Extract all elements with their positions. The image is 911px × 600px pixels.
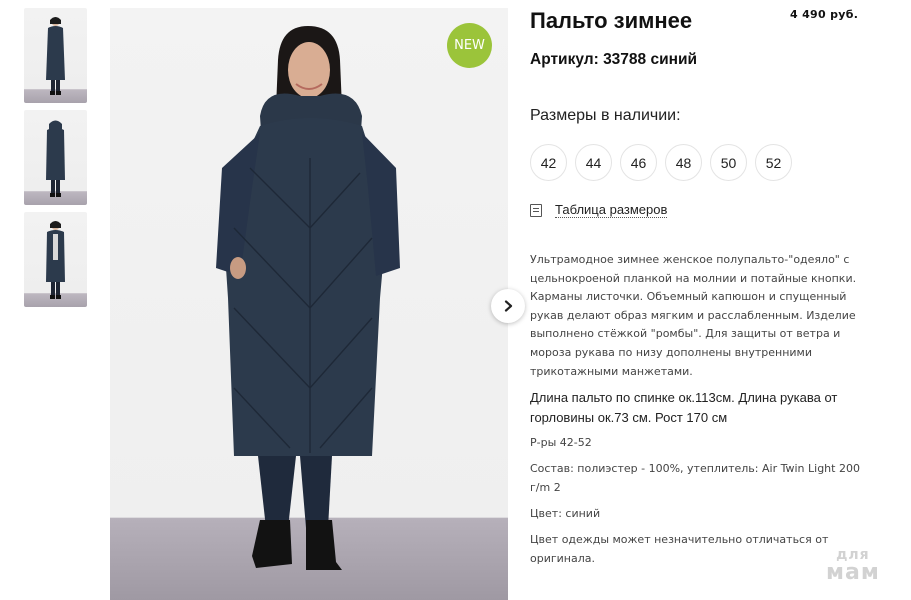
chevron-right-icon — [504, 300, 513, 312]
document-icon — [530, 203, 542, 217]
watermark-line2: мам — [826, 560, 880, 585]
size-option[interactable]: 46 — [620, 144, 657, 181]
product-price: 4 490 руб. — [790, 8, 859, 21]
coat-figure-icon — [46, 221, 65, 299]
thumbnail-gallery — [24, 8, 87, 314]
thumbnail-open[interactable] — [24, 212, 87, 307]
product-length-info: Длина пальто по спинке ок.113см. Длина р… — [530, 390, 838, 425]
sizes-label: Размеры в наличии: — [530, 107, 681, 124]
size-table-label: Таблица размеров — [555, 202, 668, 218]
thumbnail-back[interactable] — [24, 110, 87, 205]
product-composition: Состав: полиэстер - 100%, утеплитель: Ai… — [530, 462, 860, 494]
product-color-note: Цвет одежды может незначительно отличать… — [530, 533, 829, 565]
product-size-range: Р-ры 42-52 — [530, 436, 592, 449]
size-selector: 42 44 46 48 50 52 — [530, 144, 792, 181]
product-description: Ультрамодное зимнее женское полупальто-"… — [530, 253, 857, 378]
product-article: Артикул: 33788 синий — [530, 51, 698, 68]
coat-figure-icon — [46, 120, 65, 197]
size-option[interactable]: 52 — [755, 144, 792, 181]
size-option[interactable]: 48 — [665, 144, 702, 181]
size-table-link[interactable]: Таблица размеров — [530, 202, 668, 218]
coat-figure-icon — [46, 17, 65, 95]
product-color: Цвет: синий — [530, 507, 601, 520]
model-in-coat-image — [216, 26, 400, 570]
watermark-logo: для мам — [826, 548, 880, 584]
size-option[interactable]: 44 — [575, 144, 612, 181]
next-image-button[interactable] — [491, 289, 525, 323]
product-title: Пальто зимнее — [530, 8, 693, 33]
size-option[interactable]: 42 — [530, 144, 567, 181]
size-option[interactable]: 50 — [710, 144, 747, 181]
new-badge: NEW — [447, 23, 492, 68]
main-product-image[interactable] — [110, 8, 508, 600]
thumbnail-front[interactable] — [24, 8, 87, 103]
